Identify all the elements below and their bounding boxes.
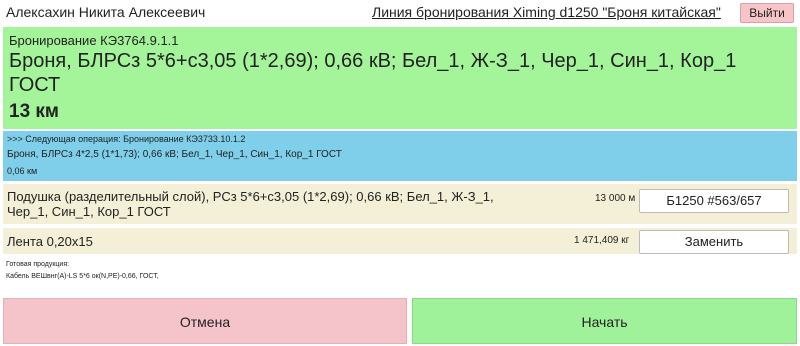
user-name: Алексахин Никита Алексеевич (6, 4, 206, 20)
next-operation-length: 0,06 км (7, 166, 38, 176)
material-quantity: 13 000 м (595, 193, 636, 204)
operation-description: Броня, БЛРСз 5*6+с3,05 (1*2,69); 0,66 кВ… (9, 50, 737, 96)
material-name: Лента 0,20х15 (7, 234, 93, 249)
products-label: Готовая продукция: (6, 261, 70, 268)
current-operation-panel: Бронирование КЭ3764.9.1.1 Броня, БЛРСз 5… (3, 27, 797, 129)
exit-button[interactable]: Выйти (740, 3, 794, 23)
material-row: Лента 0,20х15 1 471,409 кг Заменить (3, 228, 797, 254)
replace-material-button[interactable]: Заменить (639, 230, 789, 254)
material-batch-button[interactable]: Б1250 #563/657 (639, 189, 789, 213)
next-operation-panel: >>> Следующая операция: Бронирование КЭ3… (3, 131, 797, 181)
material-quantity: 1 471,409 кг (574, 235, 630, 246)
top-bar: Алексахин Никита Алексеевич Линия бронир… (0, 0, 800, 26)
material-name: Подушка (разделительный слой), РСз 5*6+с… (7, 189, 494, 219)
next-operation-title: >>> Следующая операция: Бронирование КЭ3… (7, 134, 246, 144)
cancel-button[interactable]: Отмена (3, 298, 407, 344)
material-row: Подушка (разделительный слой), РСз 5*6+с… (3, 184, 797, 224)
next-operation-description: Броня, БЛРСз 4*2,5 (1*1,73); 0,66 кВ; Бе… (7, 149, 342, 160)
start-button[interactable]: Начать (412, 298, 797, 344)
operation-length: 13 км (9, 101, 59, 122)
products-value: Кабель ВЕШвнг(А)-LS 5*6 ок(N,PE)-0,66, Г… (6, 273, 159, 280)
operation-code: Бронирование КЭ3764.9.1.1 (9, 33, 179, 48)
line-title-link[interactable]: Линия бронирования Ximing d1250 "Броня к… (372, 4, 721, 20)
